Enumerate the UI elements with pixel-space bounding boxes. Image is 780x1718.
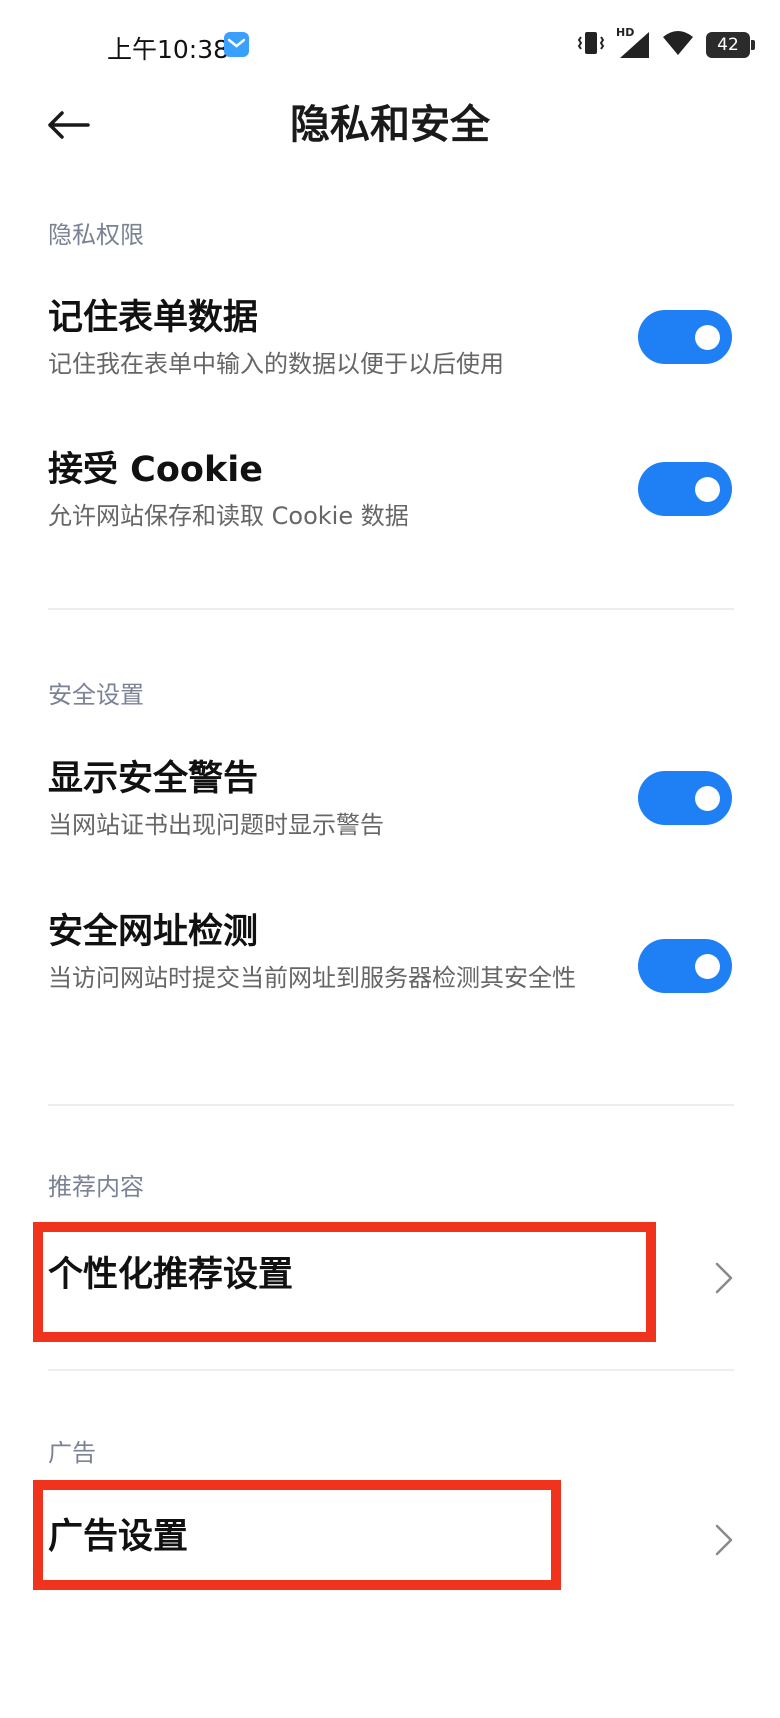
section-divider xyxy=(48,1104,734,1106)
hd-label: HD xyxy=(616,26,635,39)
setting-title: 安全网址检测 xyxy=(48,912,259,952)
battery-indicator: 42 xyxy=(706,32,755,58)
setting-subtitle: 当访问网站时提交当前网址到服务器检测其安全性 xyxy=(48,964,576,992)
show-security-warning-toggle[interactable] xyxy=(638,771,732,825)
setting-remember-form-data[interactable]: 记住表单数据 记住我在表单中输入的数据以便于以后使用 xyxy=(0,296,780,406)
section-label-security: 安全设置 xyxy=(48,681,144,709)
chevron-right-icon xyxy=(715,1524,733,1556)
message-notification-icon xyxy=(224,32,249,57)
setting-subtitle: 当网站证书出现问题时显示警告 xyxy=(48,811,384,839)
hd-signal-icon: HD xyxy=(616,26,650,60)
setting-subtitle: 记住我在表单中输入的数据以便于以后使用 xyxy=(48,350,504,378)
setting-accept-cookie[interactable]: 接受 Cookie 允许网站保存和读取 Cookie 数据 xyxy=(0,448,780,558)
section-divider xyxy=(48,1369,734,1371)
setting-show-security-warning[interactable]: 显示安全警告 当网站证书出现问题时显示警告 xyxy=(0,757,780,867)
vibrate-icon xyxy=(577,29,605,61)
highlight-box-ads xyxy=(33,1480,561,1590)
section-label-ads: 广告 xyxy=(48,1439,96,1467)
remember-form-data-toggle[interactable] xyxy=(638,310,732,364)
setting-subtitle: 允许网站保存和读取 Cookie 数据 xyxy=(48,502,409,530)
status-icons: HD 42 xyxy=(577,26,755,62)
safe-url-check-toggle[interactable] xyxy=(638,939,732,993)
setting-title: 接受 Cookie xyxy=(48,450,263,490)
wifi-icon xyxy=(662,30,694,60)
status-time: 上午10:38 xyxy=(107,35,230,64)
setting-title: 显示安全警告 xyxy=(48,759,259,799)
page-title: 隐私和安全 xyxy=(290,102,490,148)
section-divider xyxy=(48,608,734,610)
accept-cookie-toggle[interactable] xyxy=(638,462,732,516)
section-label-recommend: 推荐内容 xyxy=(48,1173,144,1201)
status-bar: 上午10:38 HD 42 xyxy=(0,0,780,90)
highlight-box-recommend xyxy=(33,1222,656,1342)
section-label-privacy: 隐私权限 xyxy=(48,221,144,249)
chevron-right-icon xyxy=(715,1262,733,1294)
setting-title: 记住表单数据 xyxy=(48,298,259,338)
setting-safe-url-check[interactable]: 安全网址检测 当访问网站时提交当前网址到服务器检测其安全性 xyxy=(0,910,780,1040)
